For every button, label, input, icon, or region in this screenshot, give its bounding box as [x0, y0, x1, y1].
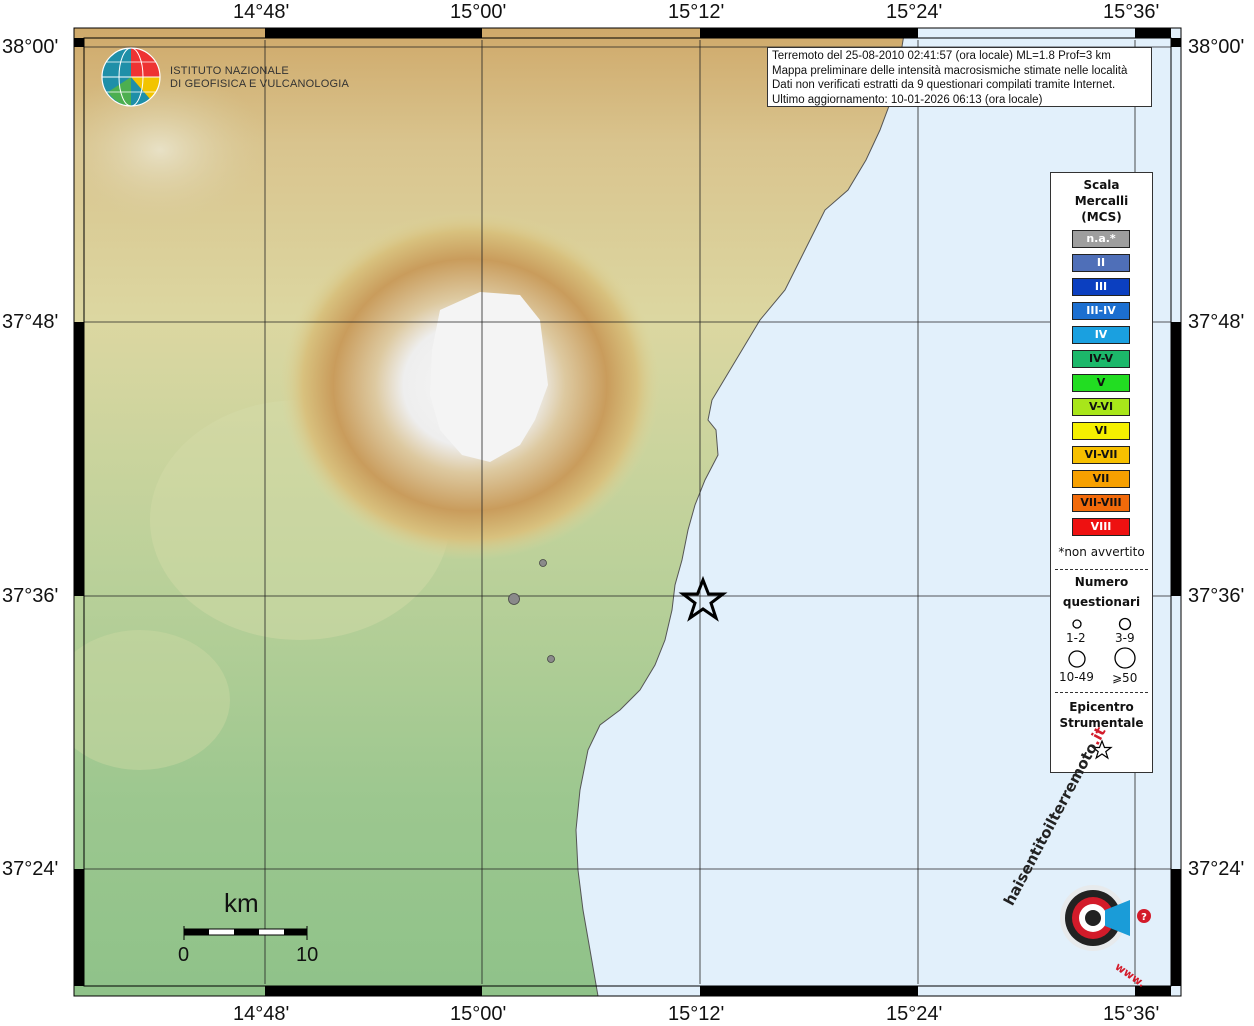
legend-item-vii: VII	[1072, 470, 1130, 488]
legend-separator-2	[1055, 692, 1148, 693]
info-line-1: Terremoto del 25-08-2010 02:41:57 (ora l…	[772, 50, 1111, 62]
lon-label-bottom-1: 14°48'	[233, 1003, 290, 1025]
legend-separator-1	[1055, 569, 1148, 570]
lon-label-bottom-4: 15°24'	[886, 1003, 943, 1025]
lon-label-top-5: 15°36'	[1103, 1, 1160, 23]
legend-title: Scala Mercalli (MCS)	[1051, 177, 1152, 225]
intensity-point-3[interactable]	[547, 655, 555, 663]
lon-label-top-2: 15°00'	[450, 1, 507, 23]
intensity-point-1[interactable]	[539, 559, 547, 567]
size-label-50: ⩾50	[1112, 671, 1138, 685]
legend-item-ii: II	[1072, 254, 1130, 272]
legend-title-1: Scala	[1083, 178, 1120, 192]
legend-note: *non avvertito	[1058, 545, 1145, 559]
legend-items: n.a.* II III III-IV IV IV-V V V-VI VI VI-VII VII VI…	[1072, 230, 1130, 542]
lat-label-right-4: 37°24'	[1188, 858, 1245, 880]
ingv-logo-line1: ISTITUTO NAZIONALE	[170, 65, 289, 77]
intensity-point-2[interactable]	[508, 593, 520, 605]
scale-unit-label: km	[224, 888, 259, 918]
legend-item-viii: VIII	[1072, 518, 1130, 536]
ingv-logo-line2: DI GEOFISICA E VULCANOLOGIA	[170, 78, 349, 90]
lon-label-bottom-5: 15°36'	[1103, 1003, 1160, 1025]
info-line-3: Dati non verificati estratti da 9 questi…	[772, 79, 1116, 91]
size-label-10-49: 10-49	[1059, 670, 1094, 684]
count-title: Numero questionari	[1051, 572, 1152, 612]
lon-label-top-4: 15°24'	[886, 1, 943, 23]
mcs-legend: Scala Mercalli (MCS) n.a.* II III III-IV IV I…	[1050, 172, 1153, 773]
legend-item-iii-iv: III-IV	[1072, 302, 1130, 320]
lat-label-right-3: 37°36'	[1188, 585, 1245, 607]
size-label-1-2: 1-2	[1066, 631, 1086, 645]
legend-item-iv-v: IV-V	[1072, 350, 1130, 368]
size-symbol-50	[1114, 647, 1136, 669]
svg-text:?: ?	[1141, 912, 1147, 923]
lat-label-left-1: 38°00'	[2, 36, 59, 58]
size-symbol-10-49	[1068, 650, 1086, 668]
lon-label-bottom-3: 15°12'	[668, 1003, 725, 1025]
epicenter-title-1: Epicentro	[1069, 700, 1134, 714]
lon-label-top-3: 15°12'	[668, 1, 725, 23]
info-line-2: Mappa preliminare delle intensità macros…	[772, 64, 1128, 77]
lat-label-left-4: 37°24'	[2, 858, 59, 880]
lat-label-left-3: 37°36'	[2, 585, 59, 607]
legend-item-n-a: n.a.*	[1072, 230, 1130, 248]
legend-item-iv: IV	[1072, 326, 1130, 344]
legend-item-vi-vii: VI-VII	[1072, 446, 1130, 464]
lat-label-right-2: 37°48'	[1188, 311, 1245, 333]
scale-max-label: 10	[296, 944, 319, 966]
count-title-2: questionari	[1062, 595, 1141, 609]
legend-item-v: V	[1072, 374, 1130, 392]
legend-item-vi: VI	[1072, 422, 1130, 440]
earthquake-info-box: Terremoto del 25-08-2010 02:41:57 (ora l…	[767, 47, 1152, 107]
info-line-4: Ultimo aggiornamento: 10-01-2026 06:13 (…	[772, 93, 1043, 106]
legend-item-iii: III	[1072, 278, 1130, 296]
scale-min-label: 0	[178, 944, 190, 966]
legend-item-v-vi: V-VI	[1072, 398, 1130, 416]
epicenter-title: Epicentro Strumentale	[1051, 699, 1152, 731]
size-label-3-9: 3-9	[1115, 631, 1135, 645]
lon-label-top-1: 14°48'	[233, 1, 290, 23]
size-symbol-3-9	[1118, 617, 1132, 631]
legend-title-2: Mercalli	[1074, 194, 1129, 208]
lat-label-right-1: 38°00'	[1188, 36, 1245, 58]
legend-title-3: (MCS)	[1081, 210, 1122, 224]
lat-label-left-2: 37°48'	[2, 311, 59, 333]
ingv-logo-text: ISTITUTO NAZIONALE DI GEOFISICA E VULCAN…	[170, 65, 349, 91]
lon-label-bottom-2: 15°00'	[450, 1003, 507, 1025]
count-title-1: Numero	[1074, 575, 1129, 589]
ingv-logo-icon	[101, 47, 161, 107]
legend-item-vii-viii: VII-VIII	[1072, 494, 1130, 512]
size-symbol-1-2	[1072, 619, 1082, 629]
